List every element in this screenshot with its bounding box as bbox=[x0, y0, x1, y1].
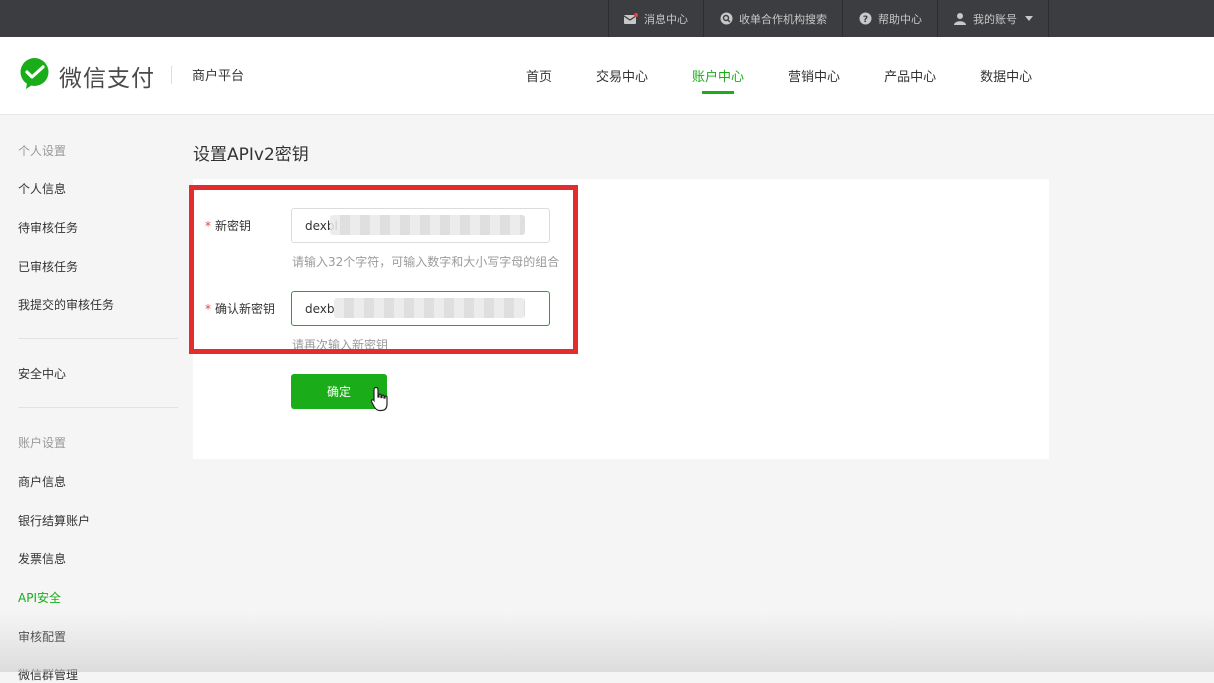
new-key-hint: 请输入32个字符，可输入数字和大小写字母的组合 bbox=[292, 255, 560, 269]
sidebar-item-wechat-group[interactable]: 微信群管理 bbox=[18, 666, 78, 683]
redaction-mask bbox=[330, 215, 525, 235]
nav-transactions[interactable]: 交易中心 bbox=[574, 37, 670, 114]
nav-products[interactable]: 产品中心 bbox=[862, 37, 958, 114]
top-bar-links: 消息中心 收单合作机构搜索 ? 帮助中心 我的账号 bbox=[608, 0, 1049, 37]
nav-account-center[interactable]: 账户中心 bbox=[670, 37, 766, 114]
logo-text: 微信支付 bbox=[59, 65, 155, 92]
sidebar-item-personal-info[interactable]: 个人信息 bbox=[18, 180, 66, 197]
sidebar-item-api-security[interactable]: API安全 bbox=[18, 589, 61, 606]
main-nav: 首页 交易中心 账户中心 营销中心 产品中心 数据中心 bbox=[504, 37, 1054, 114]
sidebar-item-security-center[interactable]: 安全中心 bbox=[18, 365, 66, 382]
page-title: 设置APIv2密钥 bbox=[193, 145, 309, 165]
new-key-label: * 新密钥 bbox=[205, 217, 251, 234]
message-icon bbox=[624, 12, 638, 26]
top-link-help[interactable]: ? 帮助中心 bbox=[842, 0, 937, 37]
header: 微信支付 商户平台 首页 交易中心 账户中心 营销中心 产品中心 数据中心 bbox=[0, 37, 1214, 115]
hand-pointer-icon bbox=[370, 386, 390, 416]
sidebar-item-invoice-info[interactable]: 发票信息 bbox=[18, 550, 66, 567]
svg-text:?: ? bbox=[862, 15, 867, 25]
sidebar-group-personal-settings: 个人设置 bbox=[18, 144, 67, 158]
sidebar-item-reviewed[interactable]: 已审核任务 bbox=[18, 258, 78, 275]
bottom-shadow bbox=[0, 612, 1214, 672]
required-mark: * bbox=[205, 219, 211, 233]
top-link-label: 帮助中心 bbox=[878, 12, 922, 26]
sidebar-divider bbox=[18, 338, 178, 339]
platform-name: 商户平台 bbox=[192, 69, 245, 84]
top-link-institution-search[interactable]: 收单合作机构搜索 bbox=[703, 0, 842, 37]
help-icon: ? bbox=[858, 12, 872, 26]
user-icon bbox=[953, 12, 967, 26]
top-link-label: 我的账号 bbox=[973, 12, 1017, 26]
new-key-label-text: 新密钥 bbox=[215, 219, 252, 233]
required-mark: * bbox=[205, 302, 211, 316]
top-link-my-account[interactable]: 我的账号 bbox=[937, 0, 1049, 37]
nav-data[interactable]: 数据中心 bbox=[958, 37, 1054, 114]
sidebar-item-review-config[interactable]: 审核配置 bbox=[18, 628, 66, 645]
sidebar-item-merchant-info[interactable]: 商户信息 bbox=[18, 473, 66, 490]
wechat-pay-logo[interactable]: 微信支付 bbox=[18, 57, 155, 94]
sidebar-group-account-settings: 账户设置 bbox=[18, 436, 67, 450]
sidebar-item-pending-review[interactable]: 待审核任务 bbox=[18, 219, 78, 236]
sidebar-item-bank-account[interactable]: 银行结算账户 bbox=[18, 512, 90, 529]
logo-divider bbox=[171, 66, 172, 84]
search-icon bbox=[719, 12, 733, 26]
redaction-mask bbox=[334, 298, 525, 318]
sidebar-item-my-submitted[interactable]: 我提交的审核任务 bbox=[18, 296, 114, 313]
confirm-key-hint: 请再次输入新密钥 bbox=[292, 338, 389, 352]
confirm-key-label-text: 确认新密钥 bbox=[215, 302, 276, 316]
top-link-messages[interactable]: 消息中心 bbox=[608, 0, 703, 37]
nav-marketing[interactable]: 营销中心 bbox=[766, 37, 862, 114]
sidebar-divider bbox=[18, 407, 178, 408]
top-bar: 消息中心 收单合作机构搜索 ? 帮助中心 我的账号 bbox=[0, 0, 1214, 37]
sidebar: 个人设置 个人信息 待审核任务 已审核任务 我提交的审核任务 安全中心 账户设置… bbox=[0, 114, 180, 682]
wechat-pay-logo-icon bbox=[18, 57, 51, 94]
chevron-down-icon bbox=[1025, 16, 1033, 21]
confirm-key-label: * 确认新密钥 bbox=[205, 300, 275, 317]
nav-home[interactable]: 首页 bbox=[504, 37, 574, 114]
top-link-label: 消息中心 bbox=[644, 12, 688, 26]
top-link-label: 收单合作机构搜索 bbox=[739, 12, 827, 26]
